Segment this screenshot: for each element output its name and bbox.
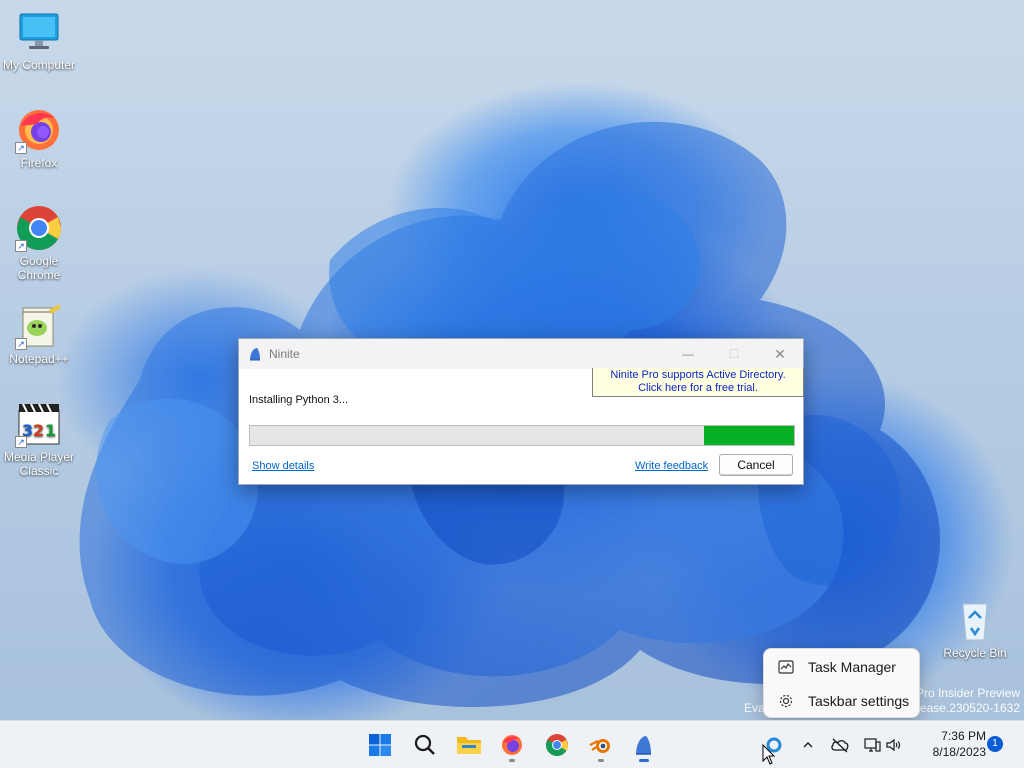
- desktop-icon-label: Classic: [19, 464, 59, 478]
- promo-line-2: Click here for a free trial.: [638, 382, 758, 394]
- network-icon: [864, 738, 881, 752]
- desktop-icon-label: My Computer: [2, 58, 76, 72]
- notepad-plus-plus-icon: ↗: [15, 302, 63, 350]
- search-icon: [414, 734, 435, 755]
- firefox-icon: [502, 735, 522, 755]
- window-title: Ninite: [269, 347, 300, 361]
- context-menu-item-taskbar-settings[interactable]: Taskbar settings: [764, 684, 919, 718]
- maximize-button[interactable]: ☐: [711, 339, 757, 369]
- svg-text:2: 2: [33, 421, 44, 440]
- search-button[interactable]: [405, 725, 445, 765]
- ninite-titlebar[interactable]: Ninite — ☐ ✕: [239, 339, 803, 369]
- taskbar-chrome[interactable]: [537, 725, 577, 765]
- clock-date: 8/18/2023: [932, 745, 986, 759]
- ninite-app-icon: [636, 736, 651, 755]
- onedrive-tray-button[interactable]: [822, 725, 858, 765]
- settings-gear-icon: [764, 693, 808, 709]
- install-status-text: Installing Python 3...: [249, 394, 349, 406]
- running-indicator: [639, 759, 649, 762]
- monitor-icon: [15, 8, 63, 56]
- taskbar-blender[interactable]: [581, 725, 621, 765]
- window-controls: — ☐ ✕: [665, 339, 803, 369]
- desktop-icon-label: Chrome: [17, 268, 61, 282]
- taskbar-file-explorer[interactable]: [449, 725, 489, 765]
- desktop-icon-notepad-plus-plus[interactable]: ↗ Notepad++: [0, 302, 78, 366]
- ninite-app-icon: [250, 348, 260, 361]
- chrome-icon: ↗: [15, 204, 63, 252]
- minimize-button[interactable]: —: [665, 339, 711, 369]
- desktop-icon-label: Media Player: [3, 450, 75, 464]
- chrome-icon: [546, 734, 568, 756]
- taskbar-ninite[interactable]: [624, 725, 664, 765]
- running-indicator: [509, 759, 515, 762]
- desktop-icon-label: Firefox: [20, 156, 58, 170]
- shortcut-arrow-icon: ↗: [15, 436, 27, 448]
- shortcut-arrow-icon: ↗: [15, 338, 27, 350]
- taskbar: 7:36 PM 8/18/2023: [0, 720, 1024, 768]
- folder-icon: [457, 737, 481, 754]
- blender-icon: [589, 739, 610, 753]
- firefox-icon: ↗: [15, 106, 63, 154]
- desktop-icon-label: Recycle Bin: [943, 646, 1007, 660]
- volume-icon: [886, 738, 901, 752]
- clock-time: 7:36 PM: [941, 729, 986, 743]
- cloud-offline-icon: [831, 738, 849, 753]
- desktop-icon-media-player-classic[interactable]: 3 2 1 ↗ Media Player Classic: [0, 400, 78, 478]
- windows-logo-icon: [369, 734, 391, 756]
- close-button[interactable]: ✕: [757, 339, 803, 369]
- svg-text:1: 1: [45, 421, 56, 440]
- media-player-classic-icon: 3 2 1 ↗: [15, 400, 63, 448]
- context-menu-label: Taskbar settings: [808, 693, 910, 709]
- desktop-icon-label: Google: [19, 254, 59, 268]
- taskbar-context-menu: Task Manager Taskbar settings: [763, 648, 920, 718]
- ninite-pro-promo-link[interactable]: Ninite Pro supports Active Directory. Cl…: [592, 368, 804, 397]
- show-hidden-icons-button[interactable]: [793, 725, 823, 765]
- desktop-icon-chrome[interactable]: ↗ Google Chrome: [0, 204, 78, 282]
- install-progress-bar: [249, 425, 795, 446]
- network-volume-tray-button[interactable]: [858, 725, 906, 765]
- context-menu-label: Task Manager: [808, 659, 896, 675]
- show-details-link[interactable]: Show details: [252, 460, 314, 472]
- chevron-up-icon: [803, 742, 813, 748]
- desktop-icon-label: Notepad++: [9, 352, 69, 366]
- taskbar-clock[interactable]: 7:36 PM 8/18/2023: [916, 728, 986, 760]
- write-feedback-link[interactable]: Write feedback: [635, 460, 708, 472]
- task-manager-icon: [764, 659, 808, 675]
- running-indicator: [598, 759, 604, 762]
- shortcut-arrow-icon: ↗: [15, 142, 27, 154]
- notification-count-badge[interactable]: 1: [987, 736, 1003, 752]
- taskbar-firefox[interactable]: [492, 725, 532, 765]
- context-menu-item-task-manager[interactable]: Task Manager: [764, 650, 919, 684]
- shortcut-arrow-icon: ↗: [15, 240, 27, 252]
- desktop-icon-firefox[interactable]: ↗ Firefox: [0, 106, 78, 170]
- promo-line-1: Ninite Pro supports Active Directory.: [610, 369, 786, 381]
- cancel-button[interactable]: Cancel: [719, 454, 793, 476]
- start-button[interactable]: [360, 725, 400, 765]
- desktop-icon-recycle-bin[interactable]: Recycle Bin: [936, 596, 1014, 660]
- ninite-window: Ninite — ☐ ✕ Ninite Pro supports Active …: [238, 338, 804, 485]
- progress-fill: [704, 426, 794, 445]
- desktop-icon-my-computer[interactable]: My Computer: [0, 8, 78, 72]
- mouse-cursor-icon: [762, 744, 776, 765]
- recycle-bin-icon: [951, 596, 999, 644]
